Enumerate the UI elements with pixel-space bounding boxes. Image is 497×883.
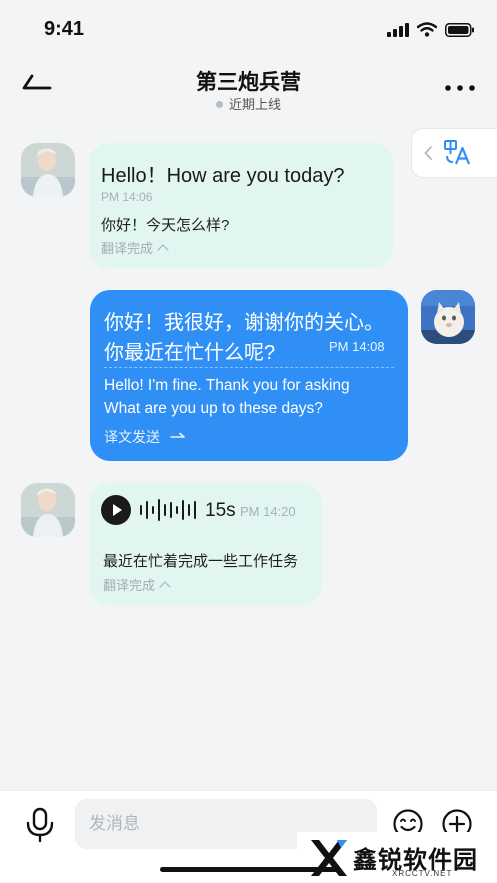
cellular-signal-icon bbox=[387, 22, 409, 37]
watermark: 鑫锐软件园 XRCCTV.NET bbox=[297, 832, 497, 883]
message-text: Hello！How are you today? bbox=[101, 165, 345, 187]
presence-status: 近期上线 bbox=[0, 94, 497, 113]
status-bar: 9:41 bbox=[0, 0, 497, 58]
my-avatar[interactable] bbox=[421, 290, 475, 344]
message-time: PM 14:20 bbox=[240, 504, 296, 519]
translation-text: 最近在忙着完成一些工作任务 bbox=[103, 553, 299, 570]
chevron-up-icon bbox=[159, 581, 171, 593]
message-bubble-outgoing[interactable]: 你好！我很好，谢谢你的关心。 你最近在忙什么呢? PM 14:08 Hello!… bbox=[90, 290, 408, 461]
voice-duration: 15s bbox=[205, 500, 236, 521]
translation-status-label: 翻译完成 bbox=[103, 578, 156, 593]
translation-send-label: 译文发送 bbox=[104, 429, 160, 445]
translation-text: 你好！今天怎么样? bbox=[101, 217, 230, 234]
voice-play-button[interactable] bbox=[101, 495, 131, 525]
translation-text-line-1: Hello! I'm fine. Thank you for asking bbox=[104, 377, 350, 394]
chat-header: 第三炮兵营 近期上线 bbox=[0, 58, 497, 118]
microphone-icon bbox=[26, 807, 54, 843]
battery-icon bbox=[445, 22, 474, 37]
message-bubble-incoming[interactable]: Hello！How are you today? PM 14:06 你好！今天怎… bbox=[89, 143, 393, 268]
message-text-line-2: 你最近在忙什么呢? bbox=[104, 342, 276, 364]
status-time: 9:41 bbox=[44, 18, 85, 40]
watermark-logo-icon bbox=[311, 840, 347, 876]
presence-dot bbox=[215, 101, 223, 108]
translation-divider bbox=[104, 367, 394, 368]
status-icons bbox=[387, 22, 475, 37]
message-time: PM 14:08 bbox=[329, 339, 385, 354]
translation-text-line-2: What are you up to these days? bbox=[104, 400, 323, 417]
translation-send-status: 译文发送 bbox=[104, 427, 186, 447]
arrow-right-icon bbox=[170, 432, 185, 438]
translate-toggle[interactable] bbox=[411, 128, 497, 178]
home-indicator bbox=[160, 867, 338, 872]
translate-icon bbox=[444, 140, 471, 165]
translation-status-label: 翻译完成 bbox=[101, 241, 154, 256]
watermark-domain: XRCCTV.NET bbox=[392, 869, 453, 878]
presence-label: 近期上线 bbox=[228, 97, 281, 112]
wifi-icon bbox=[417, 22, 437, 37]
contact-avatar[interactable] bbox=[21, 483, 75, 537]
play-icon bbox=[113, 504, 122, 516]
translation-status[interactable]: 翻译完成 bbox=[103, 575, 171, 594]
chat-title: 第三炮兵营 bbox=[196, 71, 301, 94]
waveform-icon bbox=[140, 499, 196, 521]
more-options-button[interactable] bbox=[443, 76, 477, 100]
message-text-line-1: 你好！我很好，谢谢你的关心。 bbox=[104, 312, 384, 334]
chevron-left-icon bbox=[424, 146, 432, 160]
voice-message-bubble[interactable]: 15s PM 14:20 最近在忙着完成一些工作任务 翻译完成 bbox=[89, 483, 322, 605]
voice-input-button[interactable] bbox=[24, 807, 56, 843]
message-time: PM 14:06 bbox=[101, 190, 153, 204]
translation-status[interactable]: 翻译完成 bbox=[101, 238, 169, 257]
contact-avatar[interactable] bbox=[21, 143, 75, 197]
more-dots-icon bbox=[445, 85, 475, 91]
chevron-up-icon bbox=[157, 244, 169, 256]
